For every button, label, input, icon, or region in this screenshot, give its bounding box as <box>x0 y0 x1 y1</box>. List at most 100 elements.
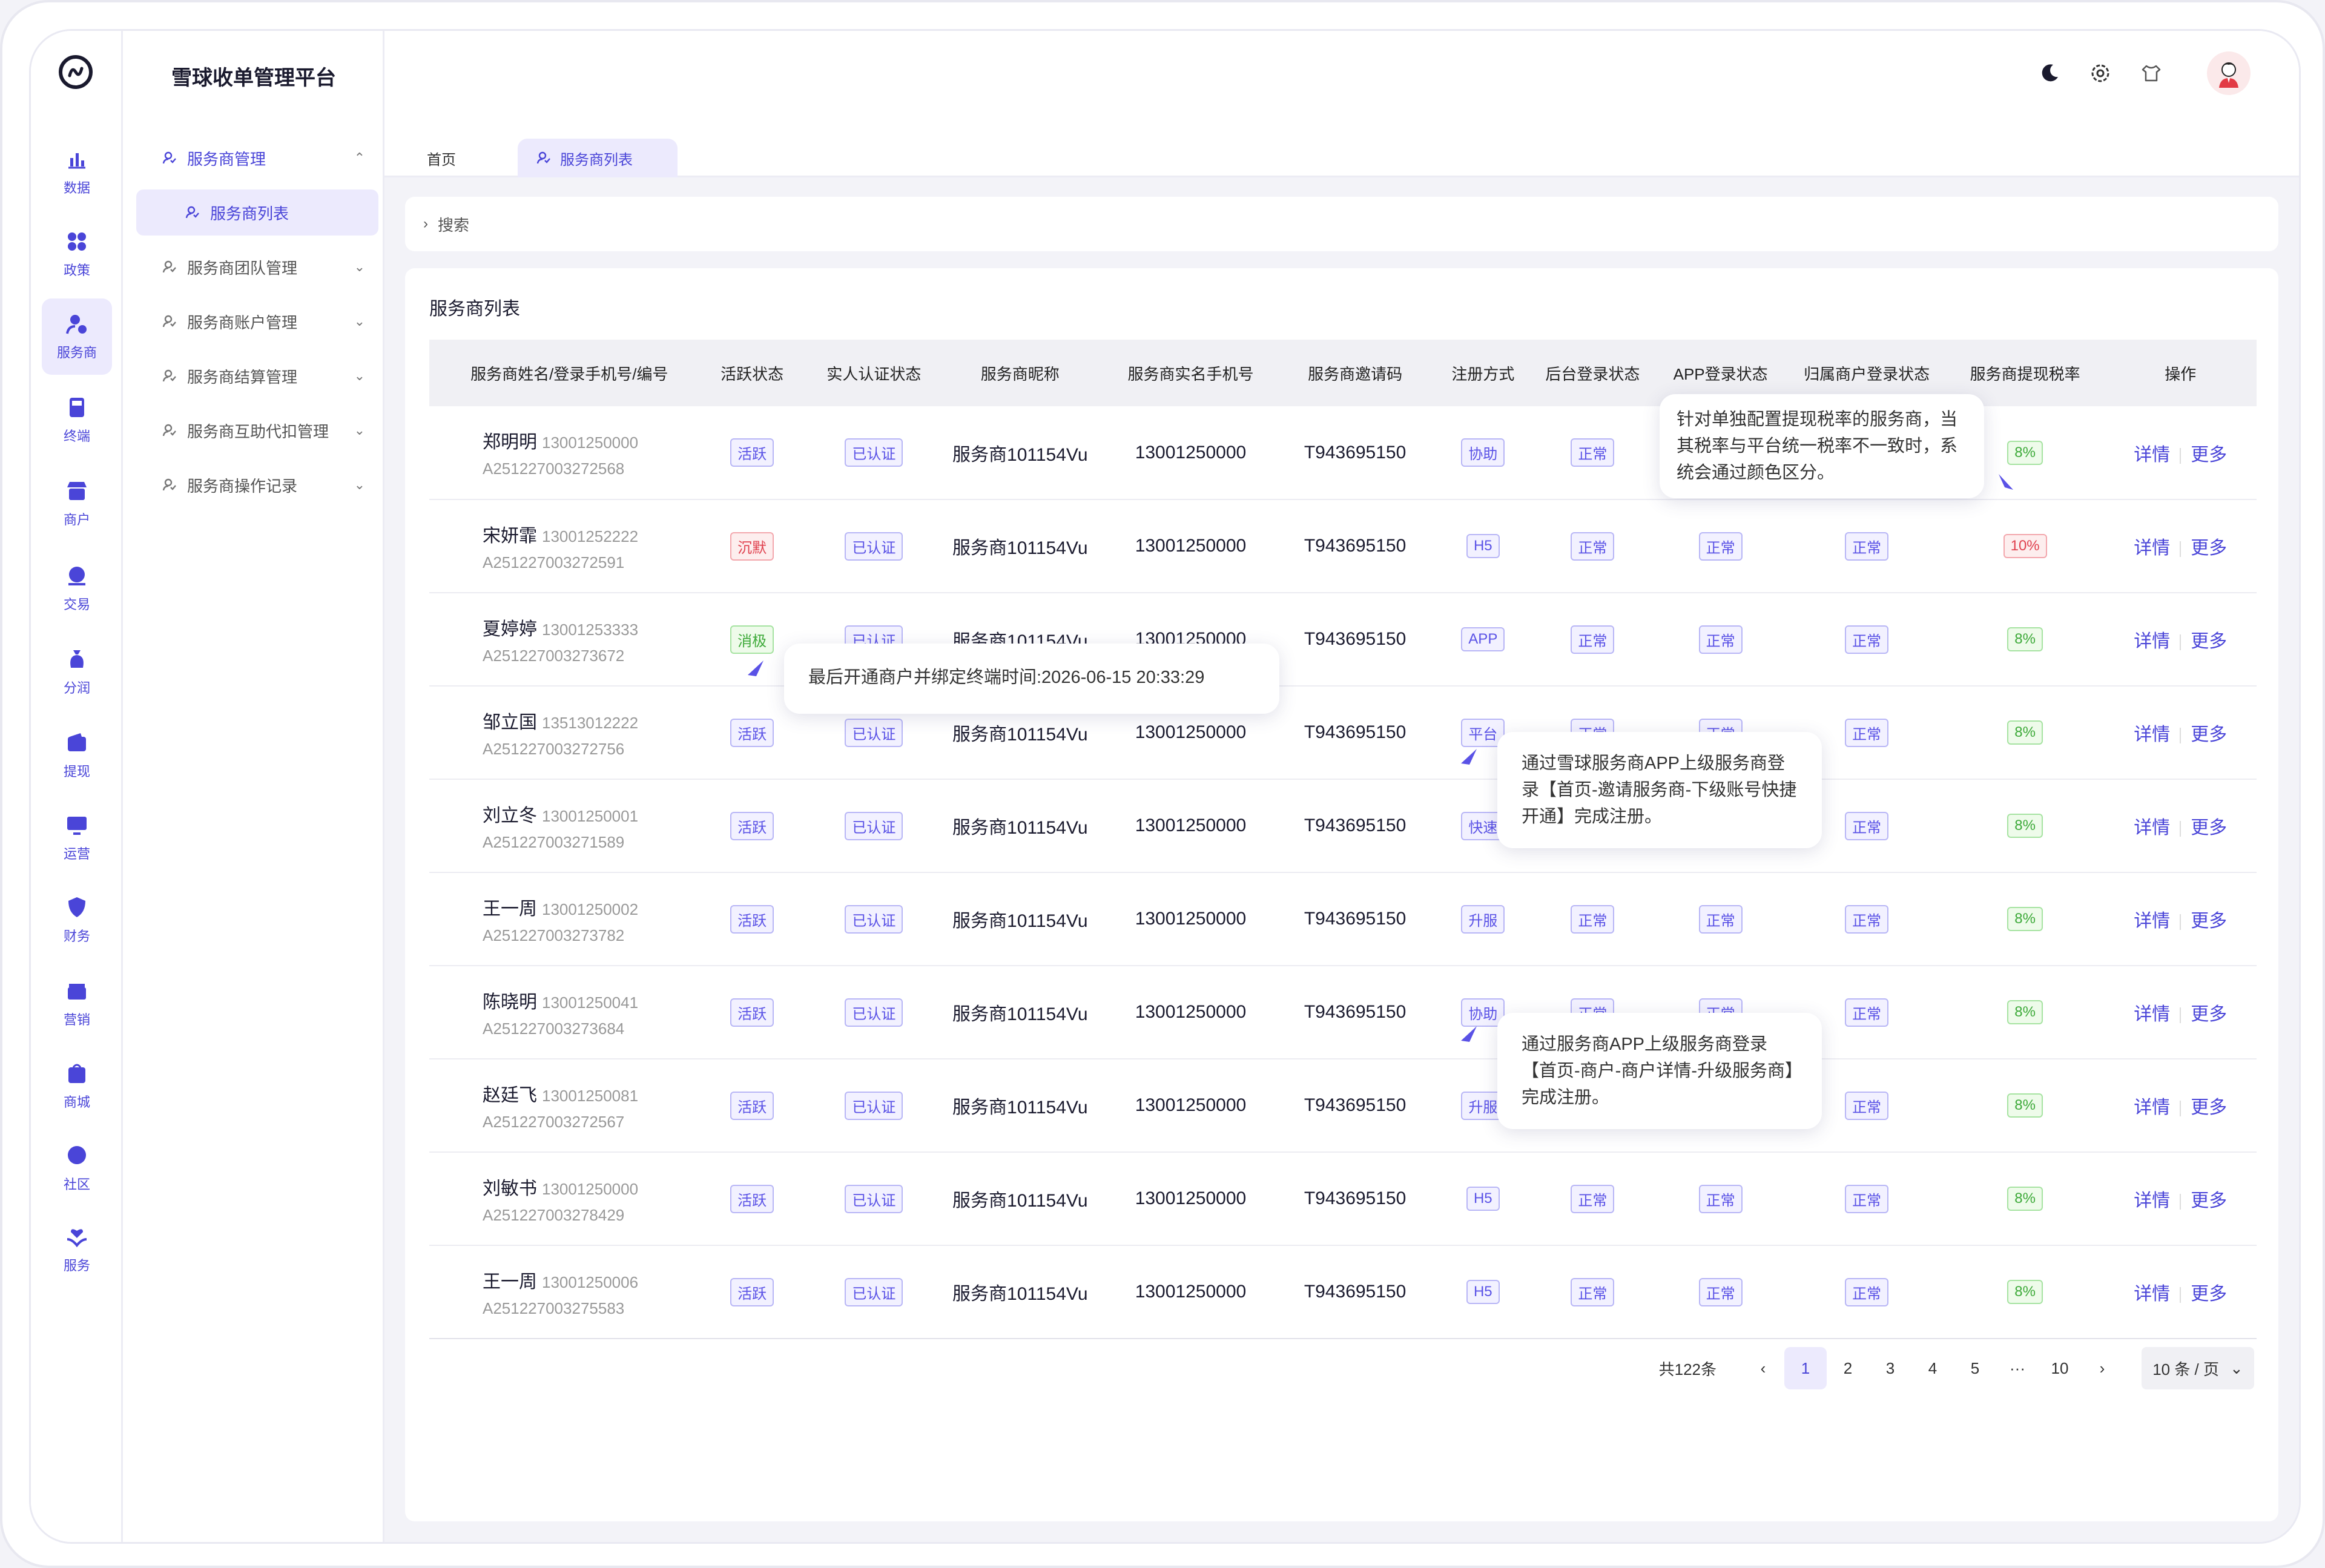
rail-item-11[interactable]: 商城 <box>42 1048 112 1124</box>
pagination-next[interactable]: › <box>2081 1347 2123 1389</box>
pagination-page[interactable]: 4 <box>1911 1347 1954 1389</box>
active-cell: 活跃 <box>691 779 813 873</box>
dark-mode-icon[interactable] <box>2036 60 2063 87</box>
reg-cell: 协助 <box>1434 406 1532 500</box>
detail-link[interactable]: 详情 <box>2134 1098 2170 1118</box>
operation-cell: 详情 更多 <box>2104 872 2257 966</box>
menu-item-6[interactable]: 服务商操作记录 ⌄ <box>147 462 377 508</box>
theme-shirt-icon[interactable] <box>2138 60 2165 87</box>
provider-table: 服务商姓名/登录手机号/编号 活跃状态 实人认证状态 服务商昵称 服务商实名手机号 服务商… <box>429 340 2257 1339</box>
rail-item-3[interactable]: 终端 <box>42 382 112 458</box>
rail-item-5[interactable]: 交易 <box>42 550 112 627</box>
more-link[interactable]: 更多 <box>2191 1284 2227 1304</box>
real-phone-cell: 13001250000 <box>1105 1059 1276 1153</box>
divider <box>2180 541 2182 558</box>
rail-item-4[interactable]: 商户 <box>42 466 112 542</box>
pagination-page[interactable]: ··· <box>1996 1347 2039 1389</box>
backend-login-badge: 正常 <box>1571 532 1615 561</box>
nickname-cell: 服务商101154Vu <box>934 779 1106 873</box>
detail-link[interactable]: 详情 <box>2134 818 2170 838</box>
withdraw-rate-badge: 8% <box>2007 440 2043 465</box>
operation-cell: 详情 更多 <box>2104 593 2257 687</box>
tab-provider-list[interactable]: 服务商列表 <box>518 139 678 177</box>
avatar[interactable] <box>2207 51 2251 95</box>
tab-bar: 首页 服务商列表 <box>384 110 2299 177</box>
name-cell: 刘敏书 13001250000 A251227003278429 <box>429 1152 691 1246</box>
more-link[interactable]: 更多 <box>2191 631 2227 651</box>
menu-item-1[interactable]: 服务商列表 <box>136 189 378 236</box>
pagination-page[interactable]: 2 <box>1827 1347 1869 1389</box>
more-link[interactable]: 更多 <box>2191 725 2227 745</box>
menu-item-5[interactable]: 服务商互助代扣管理 ⌄ <box>147 407 377 453</box>
provider-name: 郑明明 <box>483 432 537 452</box>
detail-link[interactable]: 详情 <box>2134 1191 2170 1211</box>
rail-item-2[interactable]: 服务商 <box>42 298 112 375</box>
table-row: 邹立国 13513012222 A251227003272756 活跃 已认证 服务商10… <box>429 686 2257 780</box>
detail-link[interactable]: 详情 <box>2134 725 2170 745</box>
merchant-login-badge: 正常 <box>1845 718 1889 747</box>
provider-name: 陈晓明 <box>483 992 537 1012</box>
pagination-page[interactable]: 5 <box>1954 1347 1996 1389</box>
search-panel[interactable]: › 搜索 <box>405 197 2278 251</box>
menu-item-2[interactable]: 服务商团队管理 ⌄ <box>147 244 377 290</box>
pagination-prev[interactable]: ‹ <box>1742 1347 1784 1389</box>
detail-link[interactable]: 详情 <box>2134 538 2170 558</box>
rail-item-0[interactable]: 数据 <box>42 134 112 210</box>
detail-link[interactable]: 详情 <box>2134 631 2170 651</box>
menu-item-0[interactable]: 服务商管理 ⌃ <box>147 135 377 181</box>
rate-cell: 8% <box>1945 1152 2105 1246</box>
detail-link[interactable]: 详情 <box>2134 445 2170 465</box>
settings-icon[interactable] <box>2087 60 2114 87</box>
nickname-cell: 服务商101154Vu <box>934 872 1106 966</box>
page-size-select[interactable]: 10 条 / 页 ⌄ <box>2142 1347 2254 1389</box>
more-link[interactable]: 更多 <box>2191 538 2227 558</box>
active-cell: 活跃 <box>691 406 813 500</box>
register-method-badge: H5 <box>1466 1280 1500 1304</box>
more-link[interactable]: 更多 <box>2191 1098 2227 1118</box>
detail-link[interactable]: 详情 <box>2134 911 2170 931</box>
user-service-icon <box>162 424 176 436</box>
more-link[interactable]: 更多 <box>2191 818 2227 838</box>
bar-chart-icon <box>68 153 85 169</box>
detail-link[interactable]: 详情 <box>2134 1284 2170 1304</box>
provider-name: 赵廷飞 <box>483 1085 537 1105</box>
pagination-page[interactable]: 1 <box>1784 1347 1827 1389</box>
more-link[interactable]: 更多 <box>2191 1004 2227 1024</box>
column-header: 服务商邀请码 <box>1308 364 1403 383</box>
more-link[interactable]: 更多 <box>2191 911 2227 931</box>
pagination-page[interactable]: 3 <box>1869 1347 1911 1389</box>
menu-item-3[interactable]: 服务商账户管理 ⌄ <box>147 298 377 344</box>
tab-home[interactable]: 首页 <box>409 139 474 177</box>
provider-phone: 13001250006 <box>542 1273 639 1291</box>
rail-item-7[interactable]: 提现 <box>42 717 112 794</box>
auth-cell: 已认证 <box>813 779 935 873</box>
menu-item-4[interactable]: 服务商结算管理 ⌄ <box>147 353 377 399</box>
provider-no: A251227003278429 <box>483 1205 625 1224</box>
divider <box>2180 728 2182 744</box>
real-phone-cell: 13001250000 <box>1105 1152 1276 1246</box>
merchant-cell: 正常 <box>1787 1245 1946 1339</box>
more-link[interactable]: 更多 <box>2191 445 2227 465</box>
brand-title: 雪球收单管理平台 <box>171 67 336 90</box>
withdraw-rate-badge: 8% <box>2007 1093 2043 1118</box>
rail-item-8[interactable]: 运营 <box>42 800 112 876</box>
auth-status-badge: 已认证 <box>845 811 903 840</box>
backend-cell: 正常 <box>1531 1245 1654 1339</box>
pagination-page[interactable]: 10 <box>2039 1347 2081 1389</box>
divider <box>2180 634 2182 651</box>
invite-code-cell: T943695150 <box>1276 779 1434 873</box>
rail-item-6[interactable]: 分润 <box>42 634 112 710</box>
divider <box>2180 1007 2182 1024</box>
name-cell: 赵廷飞 13001250081 A251227003272567 <box>429 1059 691 1153</box>
rail-item-1[interactable]: 政策 <box>42 216 112 292</box>
rail-item-10[interactable]: 营销 <box>42 966 112 1042</box>
table-header-row: 服务商姓名/登录手机号/编号 活跃状态 实人认证状态 服务商昵称 服务商实名手机号 服务商… <box>429 340 2257 406</box>
rail-item-13[interactable]: 服务 <box>42 1211 112 1288</box>
rail-item-12[interactable]: 社区 <box>42 1130 112 1207</box>
detail-link[interactable]: 详情 <box>2134 1004 2170 1024</box>
rail-item-9[interactable]: 财务 <box>42 882 112 958</box>
rail-label: 交易 <box>63 597 90 612</box>
real-phone-cell: 13001250000 <box>1105 872 1276 966</box>
more-link[interactable]: 更多 <box>2191 1191 2227 1211</box>
auth-cell: 已认证 <box>813 966 935 1059</box>
